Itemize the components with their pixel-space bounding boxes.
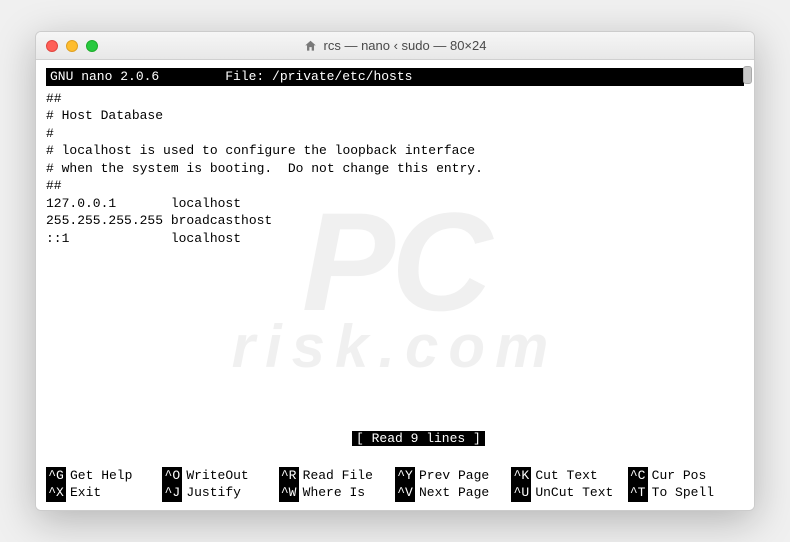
shortcut-label: Exit	[70, 484, 101, 502]
key-label: ^V	[395, 484, 415, 502]
terminal-body[interactable]: PC risk.com GNU nano 2.0.6 File: /privat…	[36, 60, 754, 510]
nano-header: GNU nano 2.0.6 File: /private/etc/hosts	[46, 68, 744, 86]
shortcut-to-spell: ^TTo Spell	[628, 484, 744, 502]
nano-status: [ Read 9 lines ]	[46, 412, 744, 465]
nano-status-text: [ Read 9 lines ]	[352, 431, 485, 446]
key-label: ^R	[279, 467, 299, 485]
traffic-lights	[46, 40, 98, 52]
shortcut-label: Next Page	[419, 484, 489, 502]
key-label: ^K	[511, 467, 531, 485]
window-title: rcs — nano ‹ sudo — 80×24	[304, 38, 487, 53]
shortcut-label: Cut Text	[535, 467, 597, 485]
shortcut-read-file: ^RRead File	[279, 467, 395, 485]
key-label: ^X	[46, 484, 66, 502]
shortcut-uncut-text: ^UUnCut Text	[511, 484, 627, 502]
nano-version: GNU nano 2.0.6	[50, 68, 165, 86]
close-icon[interactable]	[46, 40, 58, 52]
shortcut-prev-page: ^YPrev Page	[395, 467, 511, 485]
window-title-text: rcs — nano ‹ sudo — 80×24	[324, 38, 487, 53]
scrollbar[interactable]	[742, 66, 752, 504]
key-label: ^U	[511, 484, 531, 502]
shortcut-label: Read File	[303, 467, 373, 485]
key-label: ^C	[628, 467, 648, 485]
key-label: ^T	[628, 484, 648, 502]
window-titlebar[interactable]: rcs — nano ‹ sudo — 80×24	[36, 32, 754, 60]
shortcut-label: Where Is	[303, 484, 365, 502]
shortcut-label: Justify	[186, 484, 241, 502]
key-label: ^W	[279, 484, 299, 502]
editor-content[interactable]: ## # Host Database # # localhost is used…	[46, 90, 744, 413]
key-label: ^O	[162, 467, 182, 485]
shortcut-cut-text: ^KCut Text	[511, 467, 627, 485]
shortcut-exit: ^XExit	[46, 484, 162, 502]
key-label: ^G	[46, 467, 66, 485]
key-label: ^Y	[395, 467, 415, 485]
home-icon	[304, 39, 318, 53]
shortcut-where-is: ^WWhere Is	[279, 484, 395, 502]
shortcut-writeout: ^OWriteOut	[162, 467, 278, 485]
nano-shortcuts: ^GGet Help ^OWriteOut ^RRead File ^YPrev…	[46, 467, 744, 502]
shortcut-justify: ^JJustify	[162, 484, 278, 502]
scrollbar-thumb[interactable]	[743, 66, 752, 84]
shortcut-label: UnCut Text	[535, 484, 613, 502]
shortcut-label: Prev Page	[419, 467, 489, 485]
minimize-icon[interactable]	[66, 40, 78, 52]
shortcut-next-page: ^VNext Page	[395, 484, 511, 502]
nano-file-label: File: /private/etc/hosts	[165, 68, 740, 86]
shortcut-label: To Spell	[652, 484, 714, 502]
key-label: ^J	[162, 484, 182, 502]
shortcut-cur-pos: ^CCur Pos	[628, 467, 744, 485]
zoom-icon[interactable]	[86, 40, 98, 52]
terminal-window: rcs — nano ‹ sudo — 80×24 PC risk.com GN…	[35, 31, 755, 511]
shortcut-label: Get Help	[70, 467, 132, 485]
shortcut-label: Cur Pos	[652, 467, 707, 485]
shortcut-get-help: ^GGet Help	[46, 467, 162, 485]
shortcut-label: WriteOut	[186, 467, 248, 485]
